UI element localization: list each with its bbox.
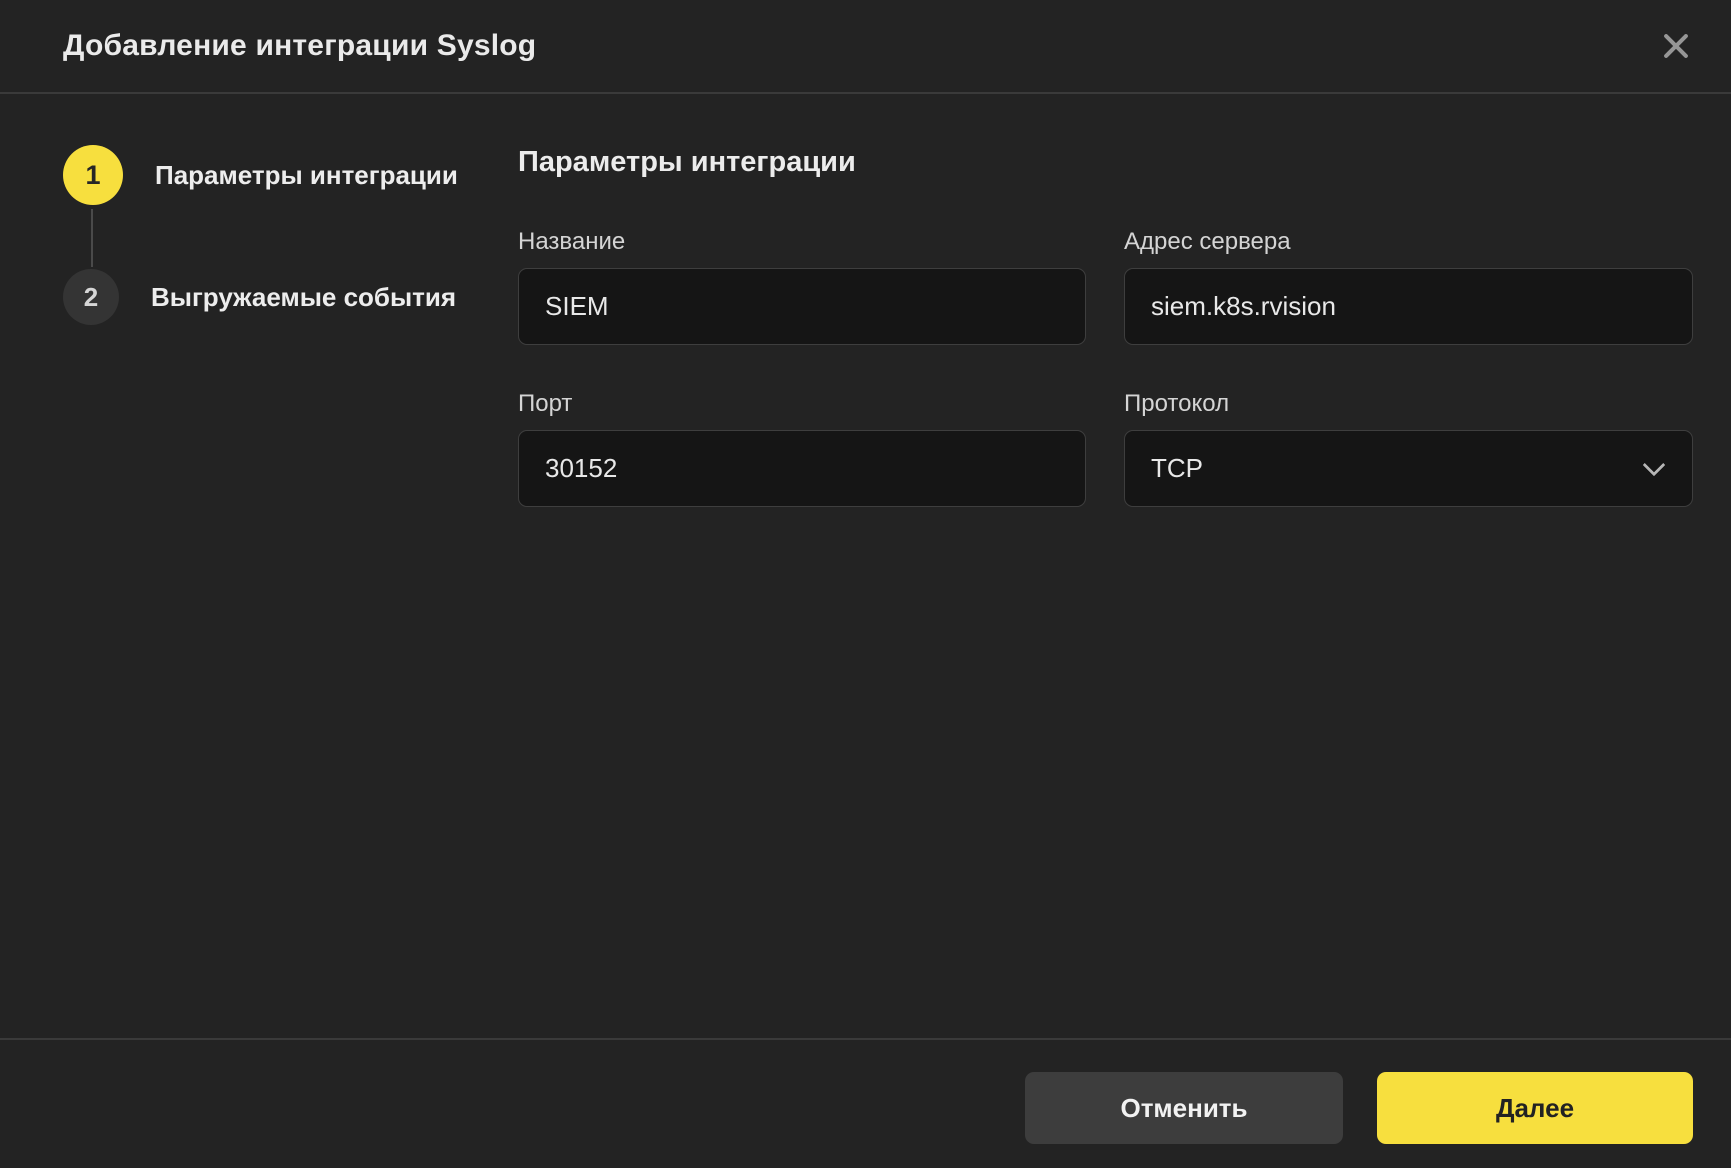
- stepper-connector-line: [91, 209, 93, 267]
- cancel-button[interactable]: Отменить: [1025, 1072, 1343, 1144]
- step-2-number-badge: 2: [63, 269, 119, 325]
- protocol-select[interactable]: TCP: [1124, 430, 1693, 507]
- step-1-label: Параметры интеграции: [155, 160, 458, 191]
- dialog-header: Добавление интеграции Syslog: [0, 0, 1731, 94]
- close-icon[interactable]: [1658, 28, 1694, 64]
- field-port: Порт: [518, 390, 1086, 507]
- name-field-label: Название: [518, 228, 1086, 256]
- field-server-address: Адрес сервера: [1124, 228, 1693, 345]
- step-2-label: Выгружаемые события: [151, 282, 456, 313]
- field-protocol: Протокол TCP: [1124, 390, 1693, 507]
- dialog-title: Добавление интеграции Syslog: [63, 29, 536, 63]
- name-input[interactable]: [518, 268, 1086, 345]
- server-address-input[interactable]: [1124, 268, 1693, 345]
- form-section-heading: Параметры интеграции: [518, 146, 856, 179]
- server-address-field-label: Адрес сервера: [1124, 228, 1693, 256]
- chevron-down-icon: [1643, 453, 1666, 476]
- stepper-step-exported-events[interactable]: 2 Выгружаемые события: [63, 269, 456, 325]
- port-field-label: Порт: [518, 390, 1086, 418]
- next-button[interactable]: Далее: [1377, 1072, 1693, 1144]
- field-name: Название: [518, 228, 1086, 345]
- protocol-field-label: Протокол: [1124, 390, 1693, 418]
- step-1-number-badge: 1: [63, 145, 123, 205]
- port-input[interactable]: [518, 430, 1086, 507]
- stepper-step-integration-params[interactable]: 1 Параметры интеграции: [63, 145, 458, 205]
- add-syslog-integration-dialog: Добавление интеграции Syslog 1 Параметры…: [0, 0, 1731, 1168]
- protocol-selected-value: TCP: [1151, 453, 1203, 484]
- footer-divider: [0, 1038, 1731, 1040]
